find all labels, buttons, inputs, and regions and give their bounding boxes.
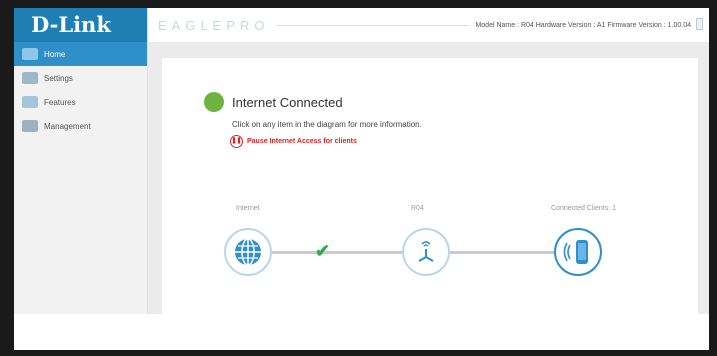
sidebar-item-settings[interactable]: Settings (14, 66, 147, 90)
features-icon (22, 96, 38, 108)
sidebar-item-label: Settings (44, 73, 73, 83)
clients-node[interactable] (554, 228, 602, 276)
mobile-device-icon (563, 240, 588, 264)
router-icon (418, 241, 434, 262)
router-admin-window: D-Link Home Settings Features Management… (14, 8, 709, 350)
internet-link-line (272, 251, 402, 254)
sidebar: D-Link Home Settings Features Management (14, 8, 148, 314)
sidebar-item-label: Home (44, 49, 66, 59)
internet-node[interactable] (224, 228, 272, 276)
diagram-hint: Click on any item in the diagram for mor… (232, 120, 422, 129)
router-label: R04 (411, 205, 424, 212)
router-node[interactable] (402, 228, 450, 276)
pause-internet-link[interactable]: ❚❚ Pause Internet Access for clients (230, 135, 357, 148)
sidebar-item-management[interactable]: Management (14, 114, 147, 138)
home-icon (22, 48, 38, 60)
pause-icon: ❚❚ (230, 135, 243, 148)
sidebar-item-label: Management (44, 121, 91, 131)
client-link-line (448, 251, 554, 254)
connection-status: Internet Connected (232, 95, 343, 110)
clients-label: Connected Clients: 1 (551, 205, 616, 212)
top-header: EAGLEPRO Model Name : R04 Hardware Versi… (148, 8, 709, 42)
sidebar-item-label: Features (44, 97, 76, 107)
header-divider (275, 24, 470, 26)
settings-icon (22, 72, 38, 84)
pause-label: Pause Internet Access for clients (247, 138, 357, 145)
bottom-blank-area (14, 314, 709, 350)
model-info: Model Name : R04 Hardware Version : A1 F… (475, 21, 691, 29)
menu-icon[interactable] (696, 18, 703, 30)
status-card: Internet Connected Click on any item in … (162, 58, 698, 322)
main-content: Internet Connected Click on any item in … (148, 42, 709, 322)
check-icon: ✔ (315, 241, 331, 261)
eaglepro-logo: EAGLEPRO (158, 17, 270, 33)
internet-label: Internet (236, 205, 260, 212)
connected-status-dot (204, 92, 224, 112)
sidebar-item-home[interactable]: Home (14, 42, 147, 66)
globe-icon (235, 238, 261, 266)
management-icon (22, 120, 38, 132)
dlink-logo: D-Link (14, 8, 147, 42)
sidebar-item-features[interactable]: Features (14, 90, 147, 114)
